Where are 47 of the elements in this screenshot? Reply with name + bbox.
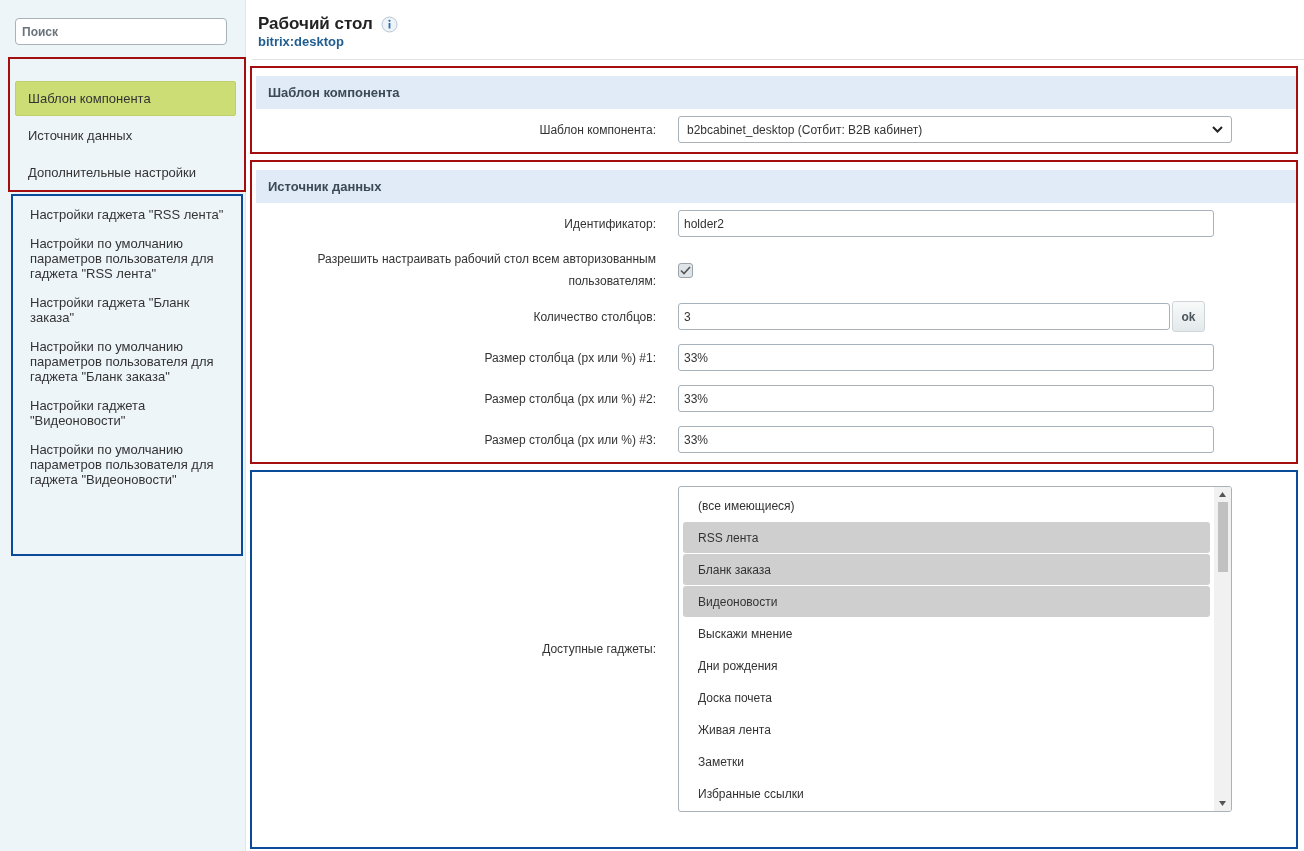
sidebar-item[interactable]: Настройки по умолчанию параметров пользователя для гаджета "Видеоновости" <box>17 435 237 494</box>
info-icon[interactable] <box>380 15 398 33</box>
list-option[interactable]: Избранные ссылки <box>683 778 1210 809</box>
component-code: bitrix:desktop <box>258 34 345 49</box>
list-option[interactable]: Живая лента <box>683 714 1210 745</box>
list-option[interactable]: RSS лента <box>683 522 1210 553</box>
list-option[interactable]: Выскажи мнение <box>683 618 1210 649</box>
sidebar-item[interactable]: Дополнительные настройки <box>15 155 236 190</box>
template-select[interactable]: b2bcabinet_desktop (Сотбит: B2B кабинет) <box>678 116 1232 143</box>
sidebar-item[interactable]: Настройки гаджета "Видеоновости" <box>17 391 237 435</box>
list-option[interactable]: Доска почета <box>683 682 1210 713</box>
chevron-down-icon <box>1212 126 1223 133</box>
page-title: Рабочий стол <box>258 14 373 34</box>
input-field[interactable]: holder2 <box>678 210 1214 237</box>
input-field[interactable]: 3 <box>678 303 1170 330</box>
input-field[interactable]: 33% <box>678 385 1214 412</box>
search-field[interactable]: Поиск <box>15 18 227 45</box>
sidebar-item[interactable]: Настройки по умолчанию параметров пользователя для гаджета "Бланк заказа" <box>17 332 237 391</box>
scrollbar-thumb[interactable] <box>1217 502 1228 572</box>
list-option[interactable]: (все имеющиеся) <box>683 490 1210 521</box>
scroll-down-icon[interactable] <box>1218 800 1227 807</box>
sidebar-item[interactable]: Настройки гаджета "Бланк заказа" <box>17 288 237 332</box>
field-label: Разрешить настраивать рабочий стол всем авторизованным пользователям: <box>316 251 656 290</box>
input-field[interactable]: 33% <box>678 344 1214 371</box>
checkbox[interactable] <box>678 262 693 278</box>
sidebar-item[interactable]: Шаблон компонента <box>15 81 236 116</box>
list-option[interactable]: Видеоновости <box>683 586 1210 617</box>
scrollbar[interactable] <box>1214 487 1231 811</box>
sidebar-item[interactable]: Источник данных <box>15 118 236 153</box>
list-option[interactable]: Бланк заказа <box>683 554 1210 585</box>
ok-button[interactable]: ok <box>1172 301 1205 332</box>
field-label: Размер столбца (px или %) #3: <box>483 431 656 449</box>
section-header: Источник данных <box>256 170 1296 203</box>
field-label: Идентификатор: <box>563 215 656 233</box>
field-label: Количество столбцов: <box>532 308 656 326</box>
sidebar-item[interactable]: Настройки по умолчанию параметров пользователя для гаджета "RSS лента" <box>17 229 237 288</box>
scroll-up-icon[interactable] <box>1218 491 1227 498</box>
section-header: Шаблон компонента <box>256 76 1296 109</box>
list-option[interactable]: Заметки <box>683 746 1210 777</box>
field-label: Размер столбца (px или %) #1: <box>483 349 656 367</box>
input-field[interactable]: 33% <box>678 426 1214 453</box>
gadget-listbox[interactable]: (все имеющиеся) RSS лента Бланк заказа Видеоновости Выскажи мнение Дни рождения Доска почета Живая лента Заметки Избранные ссылки <box>678 486 1232 812</box>
field-label: Доступные гаджеты: <box>541 641 656 658</box>
field-label: Размер столбца (px или %) #2: <box>483 390 656 408</box>
sidebar-item[interactable]: Настройки гаджета "RSS лента" <box>17 200 237 229</box>
list-option[interactable]: Дни рождения <box>683 650 1210 681</box>
field-label: Шаблон компонента: <box>538 121 656 139</box>
